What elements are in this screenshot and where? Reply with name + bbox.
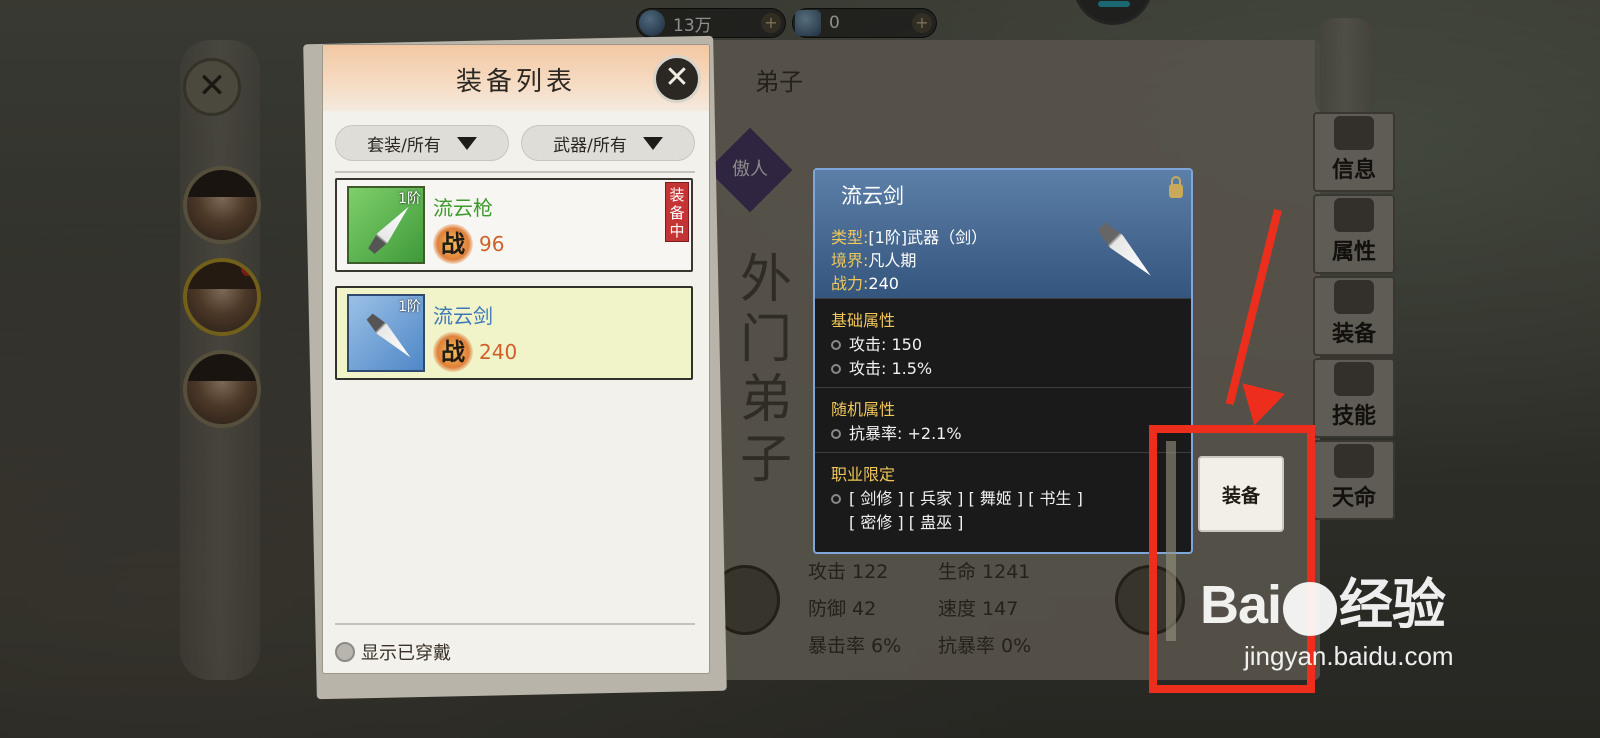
class-restriction-section: 职业限定 [ 剑修 ] [ 兵家 ] [ 舞姬 ] [ 书生 ][ 密修 ] […	[815, 452, 1191, 541]
set-filter-dropdown[interactable]: 套装/所有	[335, 125, 509, 161]
type-filter-dropdown[interactable]: 武器/所有	[521, 125, 695, 161]
set-filter-label: 套装/所有	[367, 135, 441, 156]
random-attributes-section: 随机属性 抗暴率: +2.1%	[815, 387, 1191, 452]
tooltip-header: 流云剑 类型:[1阶]武器（剑） 境界:凡人期 战力:240	[815, 170, 1191, 298]
sword-icon	[1095, 220, 1157, 282]
item-name: 流云枪	[433, 196, 493, 220]
bullet-icon	[831, 340, 841, 350]
base-attributes-section: 基础属性 攻击: 150 攻击: 1.5%	[815, 298, 1191, 387]
sword-icon: 1阶	[347, 294, 425, 372]
section-heading: 基础属性	[831, 311, 896, 330]
divider	[335, 623, 695, 625]
item-tooltip: 流云剑 类型:[1阶]武器（剑） 境界:凡人期 战力:240 基础属性 攻击: …	[813, 168, 1193, 554]
paw-logo-icon	[1283, 581, 1338, 636]
spear-icon: 1阶	[347, 186, 425, 264]
equipment-list-panel: 装备列表 ✕ 套装/所有 武器/所有 1阶 流云枪 战 96 装备中 1阶 流云…	[322, 44, 710, 674]
tooltip-meta: 类型:[1阶]武器（剑） 境界:凡人期 战力:240	[831, 228, 988, 293]
lock-icon[interactable]	[1169, 176, 1183, 198]
equipment-item-spear[interactable]: 1阶 流云枪 战 96 装备中	[335, 178, 693, 272]
equipment-item-sword[interactable]: 1阶 流云剑 战 240	[335, 286, 693, 380]
baidu-watermark: Bai 经验 jingyan.baidu.com	[1200, 575, 1454, 671]
chevron-down-icon	[456, 136, 477, 150]
divider	[335, 171, 695, 173]
close-button[interactable]: ✕	[653, 55, 701, 103]
item-power: 240	[479, 340, 518, 364]
type-filter-label: 武器/所有	[553, 135, 627, 156]
bullet-icon	[831, 364, 841, 374]
section-heading: 职业限定	[831, 465, 896, 484]
combat-power-icon: 战	[433, 332, 473, 372]
section-heading: 随机属性	[831, 400, 896, 419]
combat-power-icon: 战	[433, 224, 473, 264]
item-power: 96	[479, 232, 505, 256]
equipped-badge: 装备中	[665, 182, 689, 242]
panel-header: 装备列表 ✕	[323, 45, 709, 111]
bullet-icon	[831, 494, 841, 504]
item-name: 流云剑	[433, 304, 493, 328]
bullet-icon	[831, 429, 841, 439]
show-equipped-toggle[interactable]: 显示已穿戴	[335, 639, 451, 665]
radio-icon	[335, 642, 355, 662]
show-equipped-label: 显示已穿戴	[361, 643, 451, 664]
filter-bar: 套装/所有 武器/所有	[335, 125, 695, 161]
tooltip-title: 流云剑	[841, 184, 904, 208]
panel-title: 装备列表	[455, 67, 576, 97]
chevron-down-icon	[642, 136, 663, 150]
